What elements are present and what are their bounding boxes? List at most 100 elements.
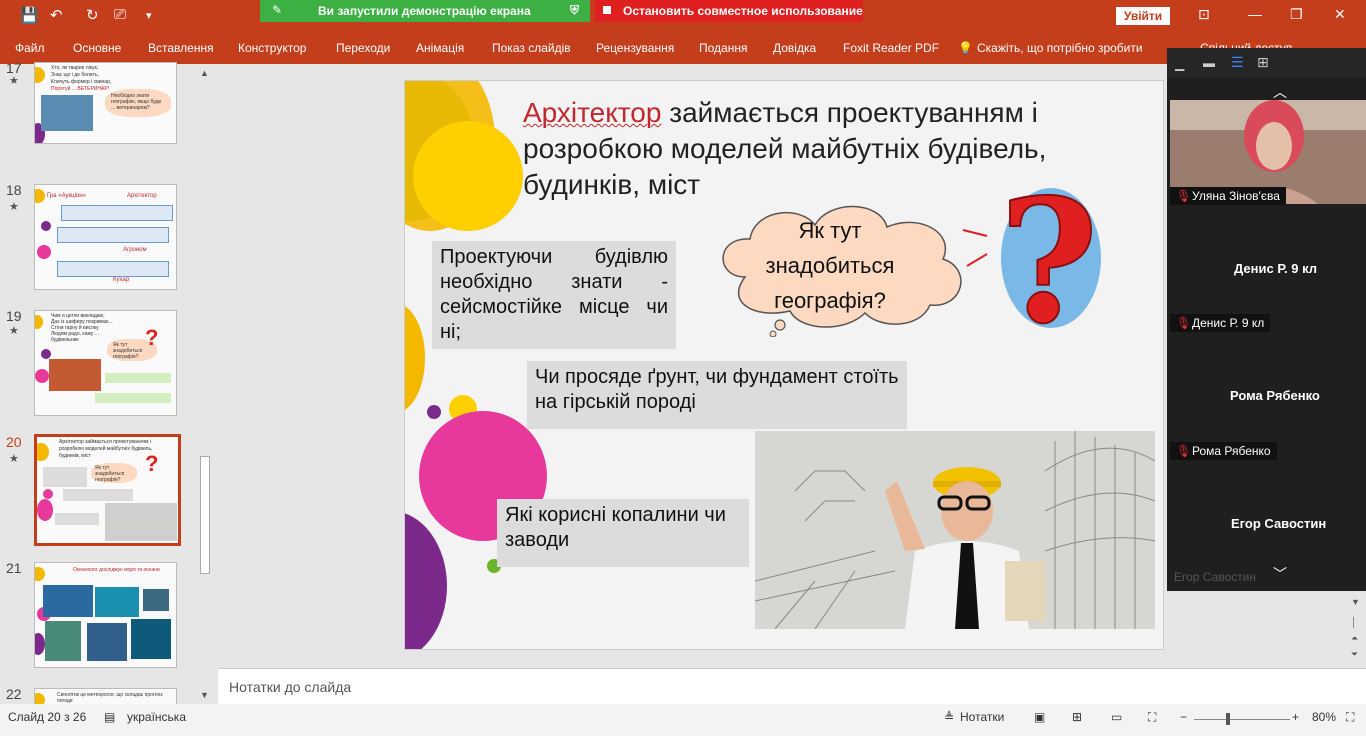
meeting-participants-panel: ▁ ▬ ☰ ⊞ ︿ 🎙 Уляна Зінов'єва Денис Р. 9 к… bbox=[1167, 48, 1366, 591]
scroll-down-icon[interactable]: ▼ bbox=[1351, 597, 1360, 607]
thumbnail-slide-18[interactable]: Гра «Аукціон» Архітектор Агроном Кухар bbox=[34, 184, 177, 290]
question-mark-icon: ? bbox=[145, 451, 159, 476]
zoom-slider[interactable] bbox=[1194, 719, 1290, 720]
thumb-label: Кухар bbox=[113, 277, 130, 283]
participant-tile-name[interactable]: Рома Рябенко bbox=[1230, 388, 1320, 403]
slide-counter: Слайд 20 з 26 bbox=[8, 710, 87, 724]
thumb-number: 20 bbox=[6, 434, 22, 450]
thumbnail-slide-17[interactable]: Хто, як тварин лікує, Знає що і де болить… bbox=[34, 62, 177, 144]
notes-placeholder: Нотатки до слайда bbox=[229, 679, 352, 695]
signin-button[interactable]: Увійти bbox=[1116, 7, 1170, 25]
notes-toggle-button[interactable]: Нотатки bbox=[960, 710, 1004, 724]
redo-icon[interactable]: ↻ bbox=[86, 6, 99, 24]
participant-label-2: 🎙 Рома Рябенко bbox=[1170, 442, 1277, 460]
tab-transitions[interactable]: Переходи bbox=[336, 41, 390, 55]
thumbnail-slide-20[interactable]: Архітектор займається проектуванням і ро… bbox=[34, 434, 181, 546]
shield-icon: ⛨ bbox=[570, 3, 580, 17]
speaker-view-icon[interactable]: ▬ bbox=[1203, 56, 1215, 70]
close-icon[interactable]: ✕ bbox=[1334, 6, 1346, 23]
tab-animations[interactable]: Анімація bbox=[416, 41, 464, 55]
mic-muted-icon: 🎙 bbox=[1176, 189, 1192, 203]
thumb-number: 21 bbox=[6, 560, 22, 576]
zoom-level[interactable]: 80% bbox=[1312, 710, 1336, 724]
chevron-down-icon[interactable]: ﹀ bbox=[1273, 564, 1287, 584]
tab-help[interactable]: Довідка bbox=[773, 41, 816, 55]
text-box-minerals[interactable]: Які корисні копалини чи заводи bbox=[497, 499, 749, 567]
maximize-icon[interactable]: ❐ bbox=[1290, 6, 1303, 23]
slide-sorter-icon[interactable]: ⊞ bbox=[1072, 710, 1082, 724]
tell-me-search[interactable]: Скажіть, що потрібно зробити bbox=[977, 41, 1143, 55]
tab-view[interactable]: Подання bbox=[699, 41, 747, 55]
tab-file[interactable]: Файл bbox=[15, 41, 45, 55]
fit-slide-icon[interactable]: ⛶ bbox=[1346, 710, 1354, 725]
animation-star-icon: ★ bbox=[9, 453, 19, 465]
tab-slideshow[interactable]: Показ слайдів bbox=[492, 41, 571, 55]
text-box-seismic[interactable]: Проектуючи будівлю необхідно знати - сей… bbox=[432, 241, 676, 349]
zoom-out-icon[interactable]: − bbox=[1180, 710, 1187, 724]
animation-star-icon: ★ bbox=[9, 75, 19, 87]
slideshow-icon[interactable]: ⛶ bbox=[1148, 710, 1156, 725]
thumbnail-slide-19[interactable]: Чим я цегли викладаю, Дах із шиферу покри… bbox=[34, 310, 177, 416]
participant-name: Денис Р. 9 кл bbox=[1192, 316, 1265, 330]
scrollbar-thumb[interactable] bbox=[200, 456, 210, 574]
participant-name: Рома Рябенко bbox=[1192, 444, 1271, 458]
minimize-panel-icon[interactable]: ▁ bbox=[1175, 57, 1184, 71]
thumb-label: Архітектор bbox=[127, 193, 157, 199]
screen-share-banner: ✎ Ви запустили демонстрацію екрана ⛨ bbox=[260, 0, 590, 22]
next-slide-icon[interactable]: ⏷ bbox=[1351, 649, 1358, 660]
lightbulb-icon: 💡 bbox=[958, 41, 973, 55]
architect-image[interactable] bbox=[755, 431, 1155, 629]
prev-slide-icon[interactable]: ⏶ bbox=[1351, 633, 1358, 644]
thumb-label: Агроном bbox=[123, 247, 147, 253]
share-banner-text: Ви запустили демонстрацію екрана bbox=[318, 4, 531, 18]
participant-label-0: 🎙 Уляна Зінов'єва bbox=[1170, 187, 1286, 205]
current-slide[interactable]: Архітектор займається проектуванням і ро… bbox=[404, 80, 1164, 650]
text-box-soil[interactable]: Чи просяде ґрунт, чи фундамент стоїть на… bbox=[527, 361, 907, 429]
reading-view-icon[interactable]: ▭ bbox=[1111, 710, 1122, 724]
thumb-heading: Гра «Аукціон» bbox=[47, 193, 86, 199]
chevron-up-icon[interactable]: ︿ bbox=[1273, 82, 1287, 102]
notes-icon: ≜ bbox=[944, 710, 955, 724]
thumbnail-slide-21[interactable]: Океанолог досліджує моря та океани bbox=[34, 562, 177, 668]
ribbon-tabs: Файл Основне Вставлення Конструктор Пере… bbox=[0, 34, 1366, 64]
language-indicator[interactable]: українська bbox=[127, 710, 186, 724]
thumb-text: Хто, як тварин лікує, Знає що і де болить… bbox=[51, 65, 112, 92]
thumbnails-scrollbar[interactable]: ▲ ▼ bbox=[197, 64, 213, 704]
undo-icon[interactable]: ↶ bbox=[50, 6, 63, 24]
tab-home[interactable]: Основне bbox=[73, 41, 121, 55]
participant-tile-name[interactable]: Денис Р. 9 кл bbox=[1234, 261, 1317, 276]
zoom-in-icon[interactable]: + bbox=[1292, 710, 1299, 724]
animation-star-icon: ★ bbox=[9, 325, 19, 337]
customize-toolbar-icon[interactable]: ▾ bbox=[146, 9, 152, 22]
gallery-view-icon[interactable]: ⊞ bbox=[1257, 54, 1269, 71]
tab-design[interactable]: Конструктор bbox=[238, 41, 306, 55]
scroll-up-icon[interactable]: ▲ bbox=[200, 68, 209, 78]
minimize-icon[interactable]: — bbox=[1248, 6, 1262, 22]
tab-review[interactable]: Рецензування bbox=[596, 41, 674, 55]
thumb-text: Синоптик це метеоролог, що складає прогн… bbox=[57, 692, 163, 704]
cloud-text: Як тут знадобиться географія? bbox=[765, 218, 895, 313]
mic-muted-icon: 🎙 bbox=[1176, 444, 1192, 458]
thumb-cloud: Необхідно знати географію, якщо буде ...… bbox=[105, 89, 171, 117]
ribbon-display-icon[interactable]: ⊡ bbox=[1198, 6, 1210, 23]
scroll-line-icon: │ bbox=[1351, 617, 1357, 627]
notes-pane[interactable]: Нотатки до слайда bbox=[218, 668, 1366, 704]
svg-text:?: ? bbox=[999, 173, 1099, 333]
title-highlight: Архітектор bbox=[523, 97, 662, 128]
participant-name: Уляна Зінов'єва bbox=[1192, 189, 1280, 203]
participant-tile-name[interactable]: Егор Савостин bbox=[1231, 516, 1326, 531]
present-icon[interactable]: ⎚ bbox=[114, 6, 126, 23]
slide-scrollbar[interactable]: ▼ │ ⏶ ⏷ bbox=[1347, 591, 1366, 671]
scroll-down-icon[interactable]: ▼ bbox=[200, 690, 209, 700]
animation-star-icon: ★ bbox=[9, 201, 19, 213]
strip-view-icon[interactable]: ☰ bbox=[1231, 54, 1244, 71]
normal-view-icon[interactable]: ▣ bbox=[1034, 710, 1045, 724]
stop-sharing-button[interactable]: Остановить совместное использование bbox=[595, 0, 863, 22]
save-icon[interactable]: 💾 bbox=[20, 6, 39, 24]
tab-insert[interactable]: Вставлення bbox=[148, 41, 214, 55]
panel-toolbar: ▁ ▬ ☰ ⊞ bbox=[1167, 48, 1366, 78]
mic-muted-icon: 🎙 bbox=[1176, 316, 1192, 330]
spellcheck-icon[interactable]: ▤ bbox=[104, 710, 115, 724]
tab-foxit[interactable]: Foxit Reader PDF bbox=[843, 41, 939, 55]
zoom-slider-handle[interactable] bbox=[1226, 713, 1230, 725]
